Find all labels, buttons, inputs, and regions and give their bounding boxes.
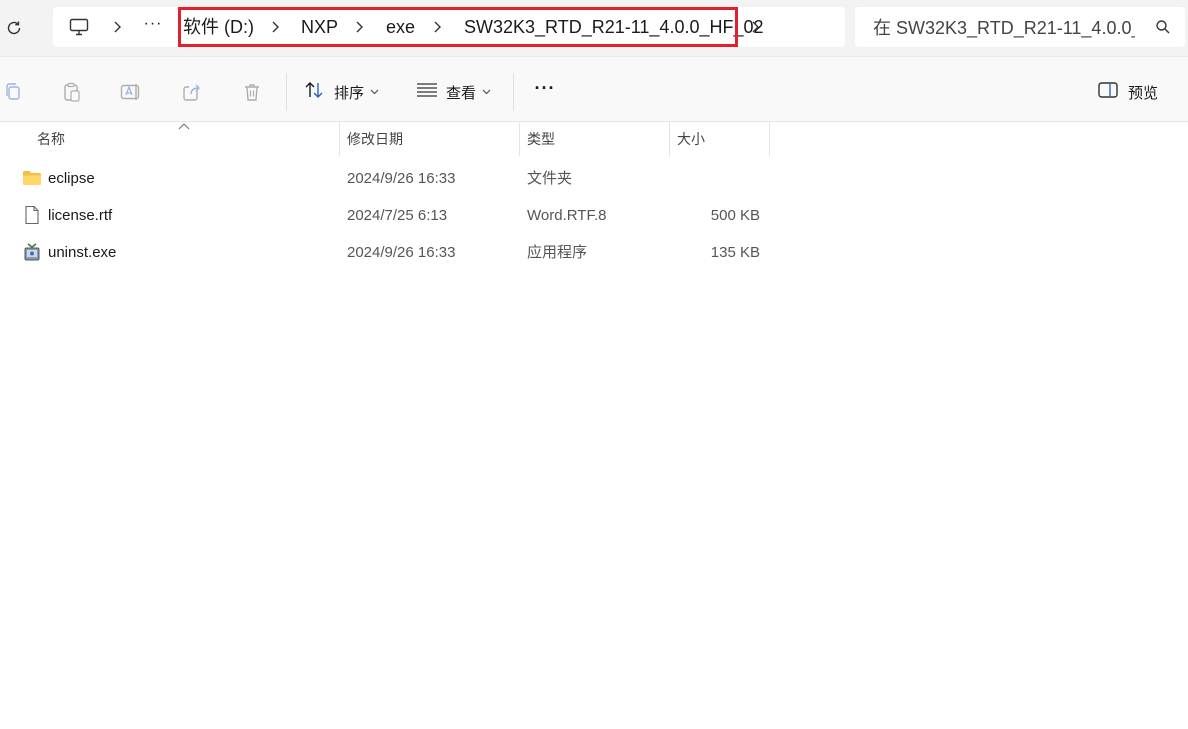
refresh-icon[interactable] xyxy=(0,14,28,42)
file-name[interactable]: uninst.exe xyxy=(48,234,116,271)
copy-icon[interactable] xyxy=(2,81,24,103)
preview-pane-button[interactable]: 预览 xyxy=(1098,79,1158,105)
more-options-button[interactable]: ··· xyxy=(532,79,558,103)
file-date: 2024/7/25 6:13 xyxy=(347,207,448,224)
column-header-type[interactable]: 类型 xyxy=(519,122,669,156)
toolbar-divider xyxy=(286,73,287,111)
command-bar: 排序 查看 ··· 预览 xyxy=(0,56,1188,122)
chevron-down-icon xyxy=(370,87,379,98)
file-type: 文件夹 xyxy=(527,170,573,187)
file-list: eclipse 2024/9/26 16:33 文件夹 license.rtf … xyxy=(0,160,1188,271)
breadcrumb-overflow-button[interactable]: ··· xyxy=(141,15,165,39)
column-header-name[interactable]: 名称 xyxy=(29,122,339,156)
file-type: Word.RTF.8 xyxy=(527,207,607,224)
search-icon[interactable] xyxy=(1155,19,1171,35)
preview-label: 预览 xyxy=(1128,84,1159,102)
preview-pane-icon xyxy=(1098,82,1118,102)
chevron-right-icon[interactable] xyxy=(745,17,765,37)
column-header-size[interactable]: 大小 xyxy=(669,122,769,156)
file-name[interactable]: license.rtf xyxy=(48,197,112,234)
file-date: 2024/9/26 16:33 xyxy=(347,170,456,187)
view-label: 查看 xyxy=(446,84,477,102)
chevron-down-icon xyxy=(482,87,491,98)
breadcrumb-highlight-box xyxy=(178,7,738,47)
search-box[interactable]: 在 SW32K3_RTD_R21-11_4.0.0_HF_02 中搜索 xyxy=(855,7,1185,47)
file-size xyxy=(660,160,760,197)
column-header-row: 名称 修改日期 类型 大小 xyxy=(0,122,1188,156)
chevron-right-icon[interactable] xyxy=(107,17,127,37)
search-input[interactable]: 在 SW32K3_RTD_R21-11_4.0.0_HF_02 中搜索 xyxy=(873,17,1135,39)
file-size: 135 KB xyxy=(710,244,760,261)
address-row: ··· 软件 (D:) NXP exe SW32K3_RTD_R21-11_4.… xyxy=(0,0,1188,56)
folder-icon xyxy=(22,168,42,188)
file-date: 2024/9/26 16:33 xyxy=(347,244,456,261)
document-icon xyxy=(22,205,42,225)
sort-icon xyxy=(304,81,326,103)
file-size: 500 KB xyxy=(710,207,760,224)
share-icon[interactable] xyxy=(181,81,203,103)
view-button[interactable]: 查看 xyxy=(416,79,491,105)
file-type: 应用程序 xyxy=(527,244,588,261)
file-name[interactable]: eclipse xyxy=(48,160,95,197)
paste-icon[interactable] xyxy=(61,81,83,103)
file-row[interactable]: license.rtf 2024/7/25 6:13 Word.RTF.8 50… xyxy=(0,197,1188,234)
column-divider[interactable] xyxy=(769,122,770,156)
column-header-date[interactable]: 修改日期 xyxy=(339,122,519,156)
rename-icon[interactable] xyxy=(120,81,142,103)
sort-label: 排序 xyxy=(334,84,365,102)
delete-icon[interactable] xyxy=(241,81,263,103)
this-pc-icon[interactable] xyxy=(67,15,91,39)
view-icon xyxy=(416,82,438,102)
toolbar-divider xyxy=(513,73,514,111)
sort-button[interactable]: 排序 xyxy=(304,79,379,105)
file-row[interactable]: uninst.exe 2024/9/26 16:33 应用程序 135 KB xyxy=(0,234,1188,271)
installer-icon xyxy=(22,242,42,262)
file-row[interactable]: eclipse 2024/9/26 16:33 文件夹 xyxy=(0,160,1188,197)
